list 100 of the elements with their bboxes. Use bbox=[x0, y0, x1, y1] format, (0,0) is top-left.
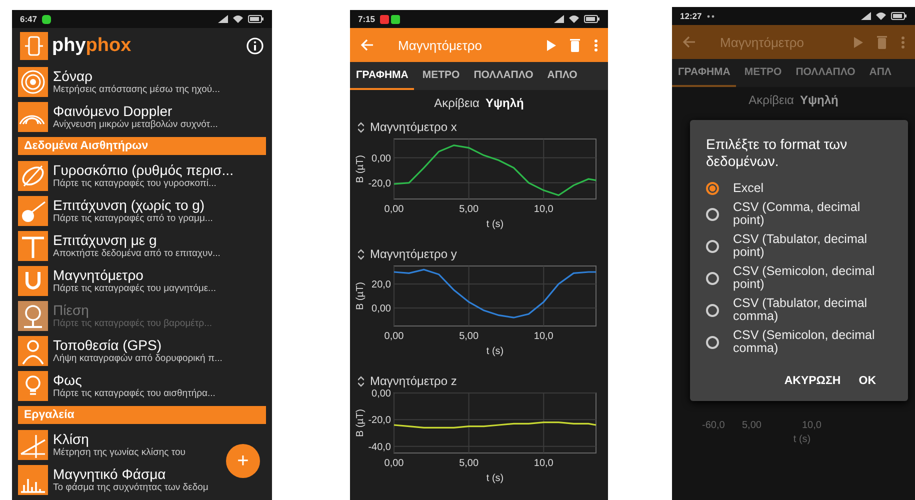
experiment-description: Πάρτε τις καταγραφές του αισθητήρα... bbox=[53, 388, 216, 400]
axis-tick-label: 10,0 bbox=[534, 331, 554, 342]
axis-tick-label: 0,00 bbox=[384, 331, 404, 342]
axis-tick-label: 0,00 bbox=[372, 389, 391, 400]
tab[interactable]: ΓΡΑΦΗΜΑ bbox=[672, 59, 736, 87]
axis-tick-label: 10,0 bbox=[534, 204, 554, 215]
axis-tick-label: 10,0 bbox=[802, 420, 822, 431]
tab[interactable]: ΠΟΛΛΑΠΛΟ bbox=[790, 59, 862, 87]
axis-tick-label: 0,00 bbox=[372, 304, 391, 314]
axis-tick-label: -60,0 bbox=[702, 420, 726, 431]
axis-tick-label: 5,00 bbox=[459, 458, 479, 469]
axis-tick-label: 10,0 bbox=[534, 458, 554, 469]
experiment-description: Ανίχνευση μικρών μεταβολών συχνότ... bbox=[53, 118, 218, 130]
section-header: Δεδομένα Αισθητήρων bbox=[18, 137, 266, 155]
axis-tick-label: -20,0 bbox=[368, 178, 391, 190]
experiment-title[interactable]: Μαγνητόμετρο bbox=[53, 266, 216, 282]
experiment-title[interactable]: Τοποθεσία (GPS) bbox=[53, 336, 222, 352]
tab[interactable]: ΓΡΑΦΗΜΑ bbox=[350, 62, 414, 90]
incline-icon bbox=[18, 430, 48, 460]
play-icon[interactable] bbox=[546, 40, 556, 50]
axis-label: B (µT) bbox=[355, 155, 366, 183]
graph-title: Μαγνητόμετρο y bbox=[370, 247, 457, 261]
tab[interactable]: ΠΟΛΛΑΠΛΟ bbox=[468, 62, 540, 90]
wifi-icon bbox=[876, 12, 886, 20]
option-label[interactable]: Excel bbox=[733, 182, 764, 195]
axis-tick-label: 0,00 bbox=[384, 458, 404, 469]
experiment-description: Πάρτε τις καταγραφές του μαγνητόμε... bbox=[53, 282, 216, 294]
tab[interactable]: ΑΠΛΟ bbox=[541, 62, 584, 90]
axis-label: B (µT) bbox=[355, 409, 366, 437]
axis-label: t (s) bbox=[792, 434, 812, 445]
axis-tick-label: 0,00 bbox=[372, 153, 391, 164]
expand-icon[interactable] bbox=[358, 248, 364, 260]
axis-tick-label: 5,00 bbox=[742, 420, 762, 431]
clock-time: 6:47 bbox=[20, 14, 38, 24]
delete-icon[interactable] bbox=[570, 38, 580, 52]
experiment-description: Πάρτε τις καταγραφές του γυροσκοπί... bbox=[53, 178, 216, 190]
axis-label: B (µT) bbox=[355, 282, 366, 310]
graph-title: Μαγνητόμετρο x bbox=[370, 120, 457, 134]
magnet-icon bbox=[18, 266, 48, 296]
experiment-title[interactable]: Φως bbox=[53, 372, 216, 388]
axis-tick-label: -40,0 bbox=[368, 442, 391, 453]
axis-tick-label: 5,00 bbox=[459, 331, 479, 342]
radio-button[interactable] bbox=[706, 182, 719, 195]
precision-value[interactable]: Υψηλή bbox=[800, 93, 838, 107]
experiment-description: Μέτρηση της γωνίας κλίσης του bbox=[53, 446, 186, 458]
radio-button[interactable] bbox=[706, 272, 719, 284]
experiment-title[interactable]: Κλίση bbox=[53, 430, 186, 446]
radio-button[interactable] bbox=[706, 336, 719, 348]
signal-icon bbox=[554, 15, 564, 23]
experiment-title[interactable]: Μαγνητικό Φάσμα bbox=[53, 466, 208, 482]
more-notifications-icon bbox=[706, 14, 715, 18]
experiment-title[interactable]: Επιτάχυνση (χωρίς το g) bbox=[53, 196, 213, 212]
wifi-icon bbox=[233, 15, 243, 23]
signal-icon bbox=[861, 12, 871, 20]
notification-icon bbox=[42, 14, 52, 24]
radio-button[interactable] bbox=[706, 208, 719, 220]
option-label[interactable]: CSV (Tabulator, decimal comma) bbox=[733, 297, 882, 323]
option-label[interactable]: CSV (Comma, decimal point) bbox=[733, 201, 882, 227]
tab[interactable]: ΑΠΛ bbox=[863, 59, 898, 87]
option-label[interactable]: CSV (Tabulator, decimal point) bbox=[733, 233, 882, 259]
dialog-button[interactable]: ΑΚΥΡΩΣΗ bbox=[778, 371, 847, 391]
clock-time: 12:27 bbox=[680, 11, 702, 21]
option-label[interactable]: CSV (Semicolon, decimal point) bbox=[733, 265, 882, 291]
axis-tick-label: -20,0 bbox=[368, 415, 391, 426]
info-icon[interactable] bbox=[246, 37, 264, 55]
experiment-description: Πάρτε τις καταγραφές από το γραμμ... bbox=[53, 212, 213, 224]
light-bulb-icon bbox=[18, 370, 48, 400]
dialog-button[interactable]: OK bbox=[852, 371, 882, 391]
radio-button[interactable] bbox=[706, 304, 719, 316]
precision-label: Ακρίβεια bbox=[748, 93, 794, 107]
precision-value[interactable]: Υψηλή bbox=[485, 96, 524, 110]
experiment-title[interactable]: Γυροσκόπιο (ρυθμός περισ... bbox=[53, 162, 234, 178]
axis-label: t (s) bbox=[486, 219, 504, 230]
experiment-description: Πάρτε τις καταγραφές του βαρομέτρ... bbox=[53, 318, 212, 330]
expand-icon[interactable] bbox=[358, 122, 364, 132]
experiment-description: Αποκτήστε δεδομένα από το επιταχυν... bbox=[53, 248, 220, 260]
graph-title: Μαγνητόμετρο z bbox=[370, 374, 457, 388]
expand-icon[interactable] bbox=[358, 376, 364, 386]
person-icon bbox=[18, 336, 48, 366]
option-label[interactable]: CSV (Semicolon, decimal comma) bbox=[733, 329, 882, 355]
app-logo-icon bbox=[20, 32, 48, 60]
tab[interactable]: ΜΕΤΡΟ bbox=[738, 59, 788, 87]
experiment-title[interactable]: Επιτάχυνση με g bbox=[53, 232, 220, 248]
experiment-description: Μετρήσεις απόστασης μέσω της ηχού... bbox=[53, 84, 220, 96]
radio-button[interactable] bbox=[706, 240, 719, 252]
axis-tick-label: 0,00 bbox=[384, 204, 404, 215]
axis-tick-label: 20,0 bbox=[372, 280, 391, 290]
more-icon[interactable] bbox=[594, 38, 598, 52]
axis-tick-label: 5,00 bbox=[459, 204, 479, 215]
concentric-circles-icon bbox=[18, 66, 48, 96]
experiment-description: Λήψη καταγραφών από δορυφορική π... bbox=[53, 352, 222, 364]
tab[interactable]: ΜΕΤΡΟ bbox=[416, 62, 466, 90]
spectrum-icon bbox=[18, 464, 48, 494]
signal-icon bbox=[218, 15, 228, 23]
axis-label: t (s) bbox=[486, 473, 504, 484]
battery-icon bbox=[248, 15, 264, 23]
experiment-title[interactable]: Φαινόμενο Doppler bbox=[53, 102, 218, 118]
experiment-title[interactable]: Σόναρ bbox=[53, 68, 220, 84]
clock-time: 7:15 bbox=[358, 14, 376, 24]
screen-title: Μαγνητόμετρο bbox=[720, 34, 804, 50]
